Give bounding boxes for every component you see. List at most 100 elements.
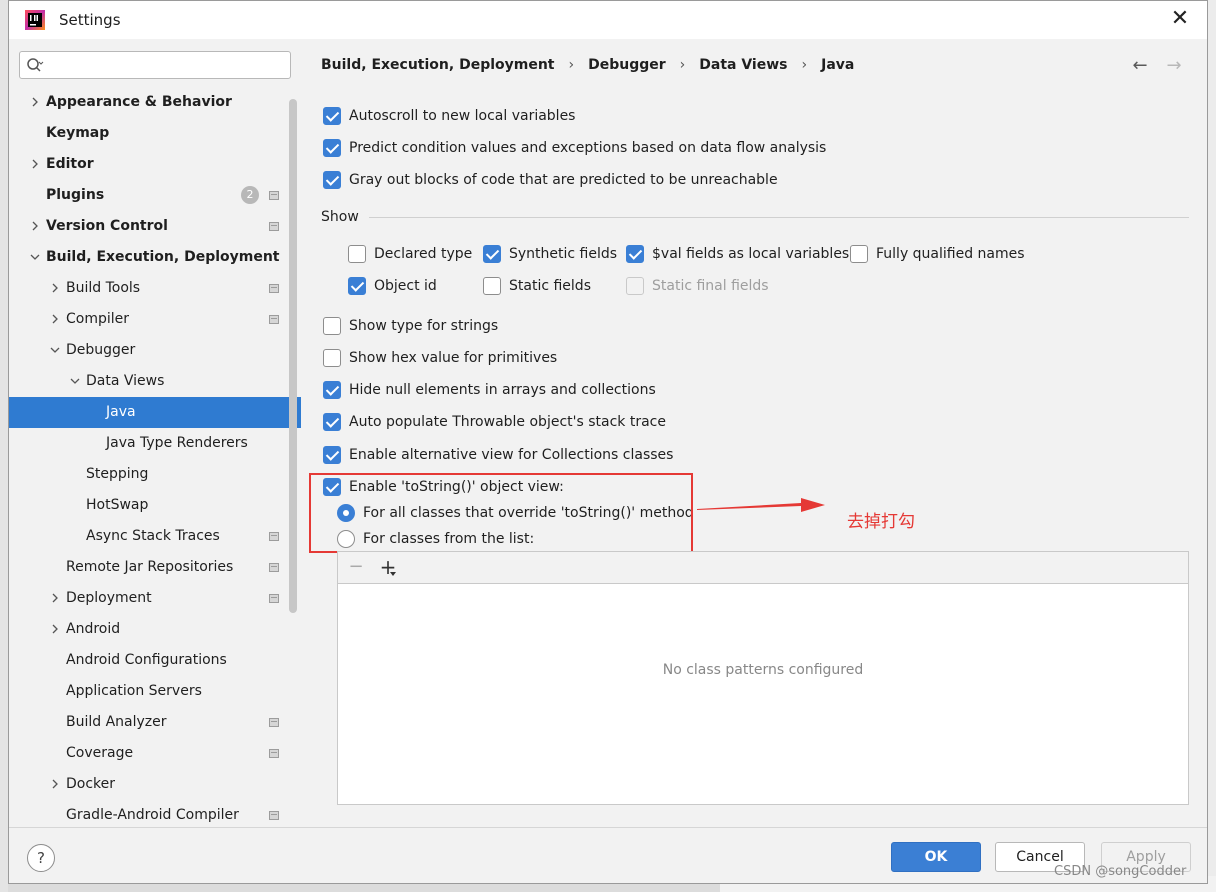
- project-scope-icon: [269, 749, 279, 758]
- sidebar-item[interactable]: Async Stack Traces: [9, 521, 301, 552]
- chevron-right-icon[interactable]: [29, 158, 41, 170]
- chevron-right-icon[interactable]: [49, 778, 61, 790]
- sidebar-item[interactable]: Version Control: [9, 211, 301, 242]
- checkbox-label: Object id: [374, 278, 437, 294]
- predict-checkbox[interactable]: Predict condition values and exceptions …: [323, 137, 826, 159]
- chevron-right-icon[interactable]: [49, 623, 61, 635]
- sidebar-item-label: Application Servers: [66, 683, 202, 699]
- checkbox-box: [626, 277, 644, 295]
- chevron-right-icon[interactable]: [29, 96, 41, 108]
- help-button[interactable]: ?: [27, 844, 55, 872]
- chevron-down-icon[interactable]: [69, 375, 81, 387]
- auto-populate-checkbox[interactable]: Auto populate Throwable object's stack t…: [323, 411, 666, 433]
- sidebar-item-label: Compiler: [66, 311, 130, 327]
- checkbox-box[interactable]: [483, 277, 501, 295]
- breadcrumb-item[interactable]: Data Views: [699, 57, 787, 73]
- sidebar-item[interactable]: Android Configurations: [9, 645, 301, 676]
- sidebar-item[interactable]: Deployment: [9, 583, 301, 614]
- checkbox-box[interactable]: [850, 245, 868, 263]
- checkbox-label: Show type for strings: [349, 318, 499, 334]
- breadcrumb-separator: ›: [679, 57, 686, 73]
- ok-button[interactable]: OK: [891, 842, 981, 872]
- sidebar-item[interactable]: Stepping: [9, 459, 301, 490]
- declared-type-checkbox[interactable]: Declared type: [348, 243, 472, 265]
- sidebar-item[interactable]: Build Tools: [9, 273, 301, 304]
- sidebar-item-label: Debugger: [66, 342, 136, 358]
- breadcrumb-separator: ›: [801, 57, 808, 73]
- sidebar-item[interactable]: Appearance & Behavior: [9, 87, 301, 118]
- show-type-strings-checkbox[interactable]: Show type for strings: [323, 315, 498, 337]
- dropdown-triangle-icon: [390, 572, 396, 576]
- checkbox-label: Synthetic fields: [509, 246, 618, 262]
- static-fields-checkbox[interactable]: Static fields: [483, 275, 591, 297]
- sidebar-item[interactable]: Compiler: [9, 304, 301, 335]
- chevron-right-icon[interactable]: [29, 220, 41, 232]
- project-scope-icon: [269, 811, 279, 820]
- add-icon[interactable]: +: [376, 555, 400, 579]
- sidebar-item[interactable]: Plugins 2: [9, 180, 301, 211]
- show-hex-checkbox[interactable]: Show hex value for primitives: [323, 347, 557, 369]
- chevron-right-icon[interactable]: [49, 282, 61, 294]
- checkbox-box[interactable]: [323, 349, 341, 367]
- sidebar-item-label: Build Tools: [66, 280, 141, 296]
- settings-search[interactable]: [19, 51, 291, 79]
- synthetic-fields-checkbox[interactable]: Synthetic fields: [483, 243, 617, 265]
- breadcrumb: Build, Execution, Deployment › Debugger › Da…: [321, 57, 854, 73]
- checkbox-box[interactable]: [323, 446, 341, 464]
- sidebar-item[interactable]: Java Type Renderers: [9, 428, 301, 459]
- sidebar-item-label: Version Control: [46, 218, 168, 234]
- checkbox-box[interactable]: [323, 413, 341, 431]
- sidebar-item-label: Stepping: [86, 466, 149, 482]
- sidebar-scrollbar[interactable]: [289, 99, 297, 613]
- sidebar-item[interactable]: HotSwap: [9, 490, 301, 521]
- project-scope-icon: [269, 222, 279, 231]
- sidebar-item[interactable]: Android: [9, 614, 301, 645]
- checkbox-label: Fully qualified names: [876, 246, 1025, 262]
- fully-qualified-checkbox[interactable]: Fully qualified names: [850, 243, 1025, 265]
- chevron-right-icon[interactable]: [49, 313, 61, 325]
- chevron-down-icon[interactable]: [49, 344, 61, 356]
- sidebar-item[interactable]: Debugger: [9, 335, 301, 366]
- breadcrumb-item[interactable]: Build, Execution, Deployment: [321, 57, 555, 73]
- sidebar-item[interactable]: Coverage: [9, 738, 301, 769]
- sidebar-item[interactable]: Java: [9, 397, 301, 428]
- chevron-down-icon[interactable]: [29, 251, 41, 263]
- checkbox-label: Gray out blocks of code that are predict…: [349, 172, 778, 188]
- checkbox-box[interactable]: [483, 245, 501, 263]
- sidebar-item[interactable]: Application Servers: [9, 676, 301, 707]
- sidebar-item[interactable]: Build, Execution, Deployment: [9, 242, 301, 273]
- search-input[interactable]: [50, 55, 286, 75]
- checkbox-box[interactable]: [626, 245, 644, 263]
- breadcrumb-item[interactable]: Debugger: [588, 57, 666, 73]
- sidebar-item[interactable]: Keymap: [9, 118, 301, 149]
- sidebar-item[interactable]: Docker: [9, 769, 301, 800]
- sidebar-item-label: Deployment: [66, 590, 152, 606]
- grayout-checkbox[interactable]: Gray out blocks of code that are predict…: [323, 169, 778, 191]
- sidebar-item[interactable]: Data Views: [9, 366, 301, 397]
- annotation-arrow-icon: [697, 498, 825, 512]
- title-bar: Settings ✕: [9, 1, 1207, 39]
- object-id-checkbox[interactable]: Object id: [348, 275, 437, 297]
- checkbox-box[interactable]: [323, 317, 341, 335]
- hide-null-checkbox[interactable]: Hide null elements in arrays and collect…: [323, 379, 656, 401]
- close-icon[interactable]: ✕: [1169, 8, 1191, 30]
- autoscroll-checkbox[interactable]: Autoscroll to new local variables: [323, 105, 575, 127]
- checkbox-box[interactable]: [348, 277, 366, 295]
- chevron-right-icon[interactable]: [49, 592, 61, 604]
- checkbox-box[interactable]: [323, 171, 341, 189]
- alternative-view-checkbox[interactable]: Enable alternative view for Collections …: [323, 444, 673, 466]
- back-arrow-icon[interactable]: ←: [1129, 55, 1151, 77]
- sidebar-item[interactable]: Remote Jar Repositories: [9, 552, 301, 583]
- sidebar-item[interactable]: Build Analyzer: [9, 707, 301, 738]
- val-fields-checkbox[interactable]: $val fields as local variables: [626, 243, 849, 265]
- settings-content: Build, Execution, Deployment › Debugger › Da…: [301, 39, 1207, 827]
- dialog-footer: ? OK Cancel Apply: [9, 827, 1207, 883]
- checkbox-box[interactable]: [323, 139, 341, 157]
- show-group-divider: [369, 217, 1189, 218]
- checkbox-box[interactable]: [323, 107, 341, 125]
- sidebar-item[interactable]: Editor: [9, 149, 301, 180]
- checkbox-box[interactable]: [348, 245, 366, 263]
- sidebar-item-label: Coverage: [66, 745, 134, 761]
- sidebar-item-label: Android: [66, 621, 121, 637]
- checkbox-box[interactable]: [323, 381, 341, 399]
